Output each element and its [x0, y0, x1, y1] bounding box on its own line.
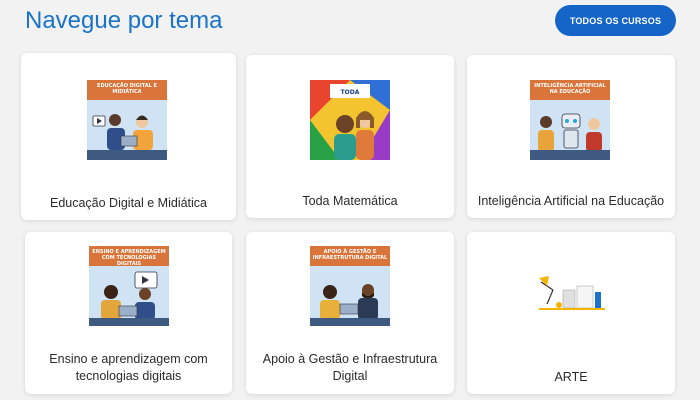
theme-card-apoio-gestao[interactable]: APOIO À GESTÃO E INFRAESTRUTURA DIGITAL …	[246, 232, 454, 394]
art-desk-illustration	[537, 272, 607, 317]
theme-card-label: Apoio à Gestão e Infraestrutura Digital	[262, 352, 438, 383]
theme-card-label: Educação Digital e Midiática	[49, 196, 208, 210]
theme-card-ensino-aprendizagem[interactable]: ENSINO E APRENDIZAGEM COM TECNOLOGIAS DI…	[25, 232, 232, 394]
theme-card-label: Ensino e aprendizagem com tecnologias di…	[49, 352, 208, 383]
students-math-illustration: TODA	[310, 80, 390, 160]
theme-card-toda-matematica[interactable]: TODA Toda Matemática	[246, 55, 454, 218]
theme-card-label: Inteligência Artificial na Educação	[477, 194, 665, 208]
management-illustration: APOIO À GESTÃO E INFRAESTRUTURA DIGITAL	[310, 246, 390, 326]
theme-card-label: ARTE	[554, 370, 588, 384]
people-laptop-illustration: EDUCAÇÃO DIGITAL E MIDIÁTICA	[87, 80, 167, 160]
page-title: Navegue por tema	[25, 7, 223, 34]
video-learning-illustration: ENSINO E APRENDIZAGEM COM TECNOLOGIAS DI…	[89, 246, 169, 326]
all-courses-button[interactable]: TODOS OS CURSOS	[555, 5, 676, 36]
svg-text:TODA: TODA	[341, 89, 360, 96]
theme-card-inteligencia-artificial[interactable]: INTELIGÊNCIA ARTIFICIAL NA EDUCAÇÃO Inte…	[467, 55, 675, 218]
robot-illustration: INTELIGÊNCIA ARTIFICIAL NA EDUCAÇÃO	[530, 80, 610, 160]
theme-card-educacao-digital[interactable]: EDUCAÇÃO DIGITAL E MIDIÁTICA Educação Di…	[21, 53, 236, 220]
theme-card-label: Toda Matemática	[302, 194, 398, 208]
theme-card-arte[interactable]: ARTE	[467, 232, 675, 394]
